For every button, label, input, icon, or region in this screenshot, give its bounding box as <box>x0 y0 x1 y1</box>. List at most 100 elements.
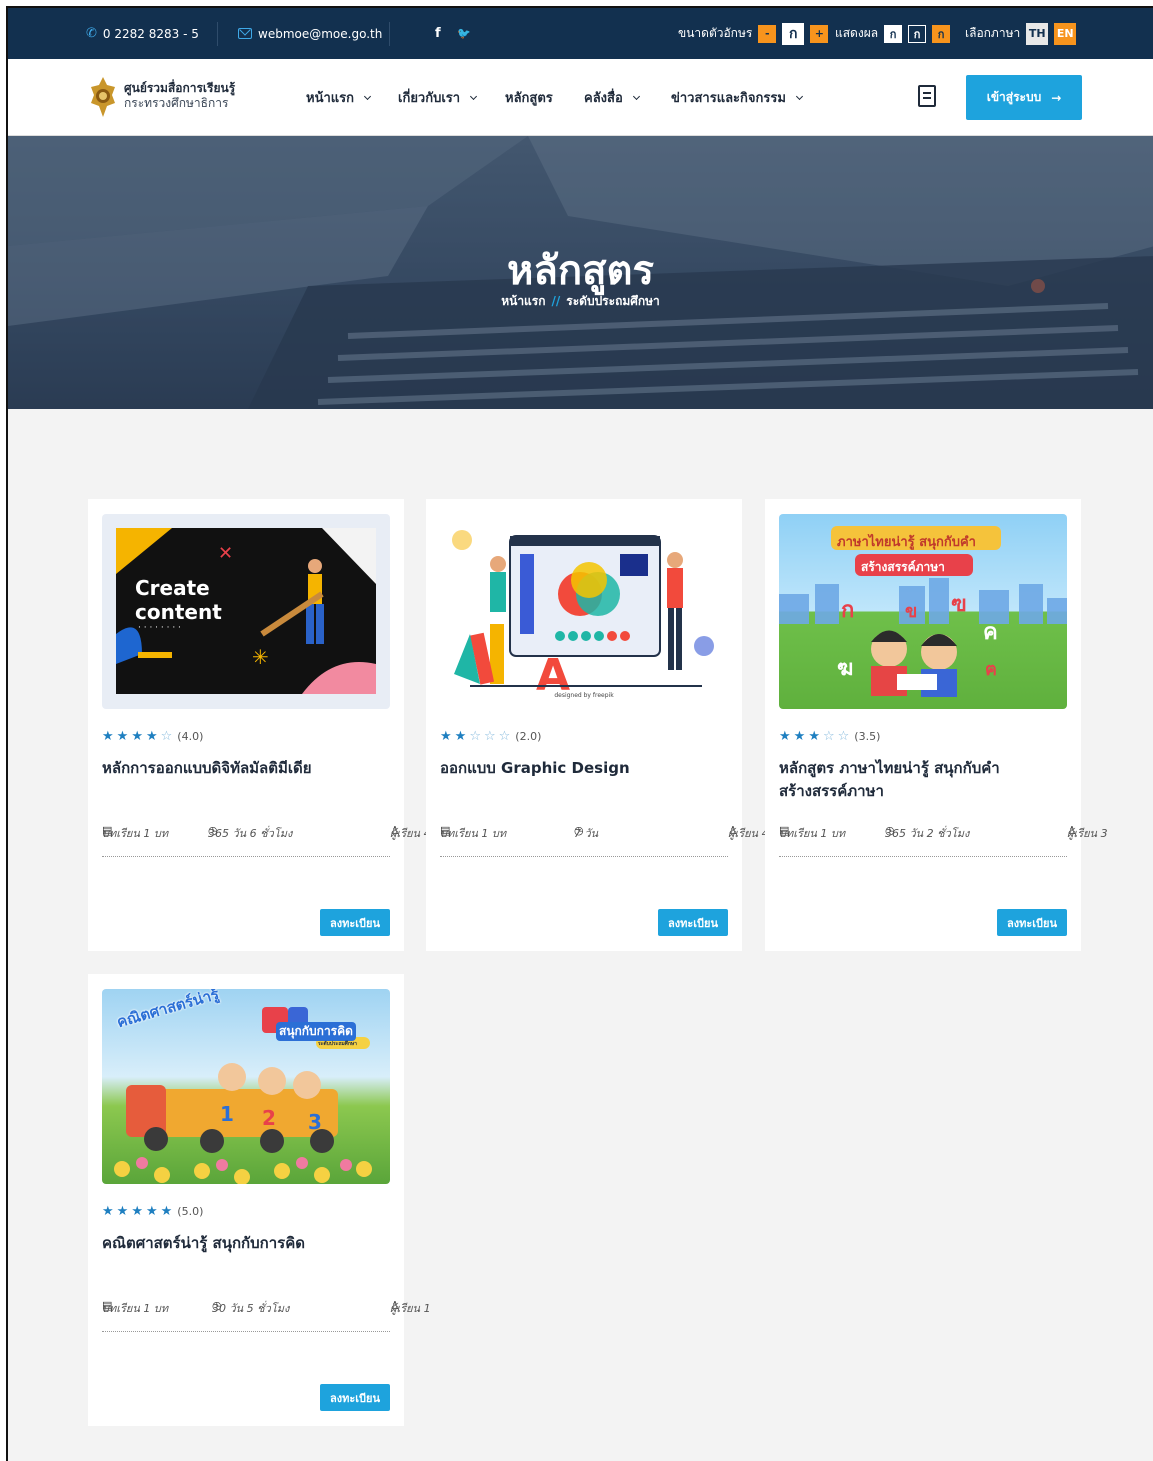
divider <box>102 1331 390 1332</box>
book-icon[interactable] <box>918 85 936 107</box>
language-control: เลือกภาษา TH EN <box>965 8 1077 59</box>
star-outline-icon: ☆ <box>160 729 173 744</box>
hero-banner: หลักสูตร หน้าแรก//ระดับประถมศึกษา <box>8 136 1153 409</box>
twitter-icon[interactable]: 🐦 <box>457 8 471 59</box>
divider <box>440 856 728 857</box>
star-rating: ★ ★ ★ ★ ★ (5.0) <box>102 1204 203 1219</box>
font-size-label: ขนาดตัวอักษร <box>678 26 753 40</box>
course-thumbnail[interactable]: คณิตศาสตร์น่ารู้ สนุกกับการคิด ระดับประถ… <box>102 989 390 1184</box>
star-rating: ★ ★ ★ ★ ☆ (4.0) <box>102 729 203 744</box>
number-tile: 1 <box>220 1102 234 1126</box>
svg-text:✳: ✳ <box>252 645 269 669</box>
nav-item-home[interactable]: หน้าแรก <box>306 59 372 136</box>
course-meta: ▤ บทเรียน 1 บท ◷ 7 วัน ♙ ผู้เรียน 4 <box>440 824 769 840</box>
course-meta: ▤ บทเรียน 1 บท ◷ 30 วัน 5 ชั่วโมง ♙ ผู้เรีย… <box>102 1299 431 1315</box>
brand-subtitle: กระทรวงศึกษาธิการ <box>124 96 229 110</box>
ministry-logo[interactable] <box>88 76 118 118</box>
arrow-right-icon: → <box>1051 90 1062 105</box>
enroll-button[interactable]: ลงทะเบียน <box>658 909 728 936</box>
chevron-down-icon <box>632 92 640 100</box>
nav-item-about[interactable]: เกี่ยวกับเรา <box>398 59 478 136</box>
letter-tile: ฆ <box>837 656 854 681</box>
star-icon: ★ <box>131 729 143 744</box>
email-contact[interactable]: webmoe@moe.go.th <box>238 8 382 59</box>
display-contrast-button[interactable]: ก <box>932 24 951 43</box>
letter-tile: ข <box>905 601 918 622</box>
rating-value: (4.0) <box>177 730 204 743</box>
font-normal-button[interactable]: ก <box>782 22 805 45</box>
number-tile: 3 <box>308 1110 322 1134</box>
course-title[interactable]: คณิตศาสตร์น่ารู้ สนุกกับการคิด <box>102 1232 392 1255</box>
display-normal-button[interactable]: ก <box>884 24 903 43</box>
star-icon: ★ <box>116 729 129 744</box>
chevron-down-icon <box>795 92 803 100</box>
login-button[interactable]: เข้าสู่ระบบ → <box>966 75 1082 120</box>
breadcrumb-home[interactable]: หน้าแรก <box>501 294 545 308</box>
letter-tile: ค <box>983 620 998 645</box>
nav-item-news[interactable]: ข่าวสารและกิจกรรม <box>671 59 803 136</box>
star-icon: ★ <box>145 729 158 744</box>
course-card[interactable]: ภาษาไทยน่ารู้ สนุกกับคำ สร้างสรรค์ภาษา ก… <box>765 499 1108 951</box>
star-icon: ★ <box>454 729 467 744</box>
svg-text:✕: ✕ <box>218 543 233 564</box>
enroll-button[interactable]: ลงทะเบียน <box>320 909 390 936</box>
star-icon: ★ <box>145 1204 158 1219</box>
star-rating: ★ ★ ☆ ☆ ☆ (2.0) <box>440 729 541 744</box>
breadcrumb: หน้าแรก // ระดับประถมศึกษา <box>8 292 1153 311</box>
course-card[interactable]: A designed by freepik ★ ★ ☆ ☆ ☆ (2.0) ออกแบบ… <box>426 499 769 951</box>
course-thumbnail[interactable]: ภาษาไทยน่ารู้ สนุกกับคำ สร้างสรรค์ภาษา ก… <box>779 514 1067 709</box>
course-title[interactable]: หลักสูตร ภาษาไทยน่ารู้ สนุกกับคำ สร้างสร… <box>779 757 1069 803</box>
star-half-icon: ☆ <box>822 729 835 744</box>
phone-contact[interactable]: ✆ 0 2282 8283 - 5 <box>86 8 199 59</box>
star-icon: ★ <box>440 729 452 744</box>
course-card[interactable]: · · · · · · · · ✳ ✕ Create content ★ ★ ★ ★ ☆ … <box>88 499 431 951</box>
rating-value: (5.0) <box>177 1205 204 1218</box>
star-icon: ★ <box>160 1204 173 1219</box>
course-title[interactable]: หลักการออกแบบดิจิทัลมัลติมีเดีย <box>102 757 392 780</box>
divider <box>779 856 1067 857</box>
rating-value: (3.5) <box>854 730 881 743</box>
thumbnail-subtext: สนุกกับการคิด <box>276 1022 356 1041</box>
breadcrumb-current: ระดับประถมศึกษา <box>566 294 660 308</box>
thumbnail-subtext: สร้างสรรค์ภาษา <box>861 560 945 574</box>
star-icon: ★ <box>116 1204 129 1219</box>
nav-item-media-library[interactable]: คลังสื่อ <box>584 59 640 136</box>
course-thumbnail[interactable]: · · · · · · · · ✳ ✕ Create content <box>102 514 390 709</box>
font-decrease-button[interactable]: - <box>758 24 777 43</box>
language-th-button[interactable]: TH <box>1026 22 1049 45</box>
divider <box>389 22 390 46</box>
number-tile: 2 <box>262 1106 276 1130</box>
star-rating: ★ ★ ★ ☆ ☆ (3.5) <box>779 729 880 744</box>
star-outline-icon: ☆ <box>498 729 511 744</box>
page-frame: ✆ 0 2282 8283 - 5 webmoe@moe.go.th f 🐦 ข… <box>6 6 1153 1461</box>
chevron-down-icon <box>470 92 478 100</box>
main-nav: ศูนย์รวมสื่อการเรียนรู้ กระทรวงศึกษาธิกา… <box>8 59 1153 136</box>
phone-icon: ✆ <box>86 26 97 41</box>
enroll-button[interactable]: ลงทะเบียน <box>997 909 1067 936</box>
divider <box>217 22 218 46</box>
enroll-button[interactable]: ลงทะเบียน <box>320 1384 390 1411</box>
svg-text:· · · · · · · ·: · · · · · · · · <box>138 623 181 633</box>
letter-tile: ก <box>841 598 855 623</box>
brand-name[interactable]: ศูนย์รวมสื่อการเรียนรู้ กระทรวงศึกษาธิกา… <box>124 81 235 111</box>
thumbnail-text: ภาษาไทยน่ารู้ สนุกกับคำ <box>837 535 976 550</box>
facebook-icon[interactable]: f <box>435 8 441 59</box>
star-icon: ★ <box>808 729 820 744</box>
nav-item-courses[interactable]: หลักสูตร <box>505 59 553 136</box>
star-icon: ★ <box>102 1204 114 1219</box>
font-increase-button[interactable]: + <box>810 24 829 43</box>
letter-tile: ฅ <box>985 659 998 680</box>
thumbnail-text: Create content <box>135 576 222 624</box>
star-icon: ★ <box>131 1204 143 1219</box>
brand-title: ศูนย์รวมสื่อการเรียนรู้ <box>124 81 236 95</box>
star-outline-icon: ☆ <box>483 729 496 744</box>
course-thumbnail[interactable]: A designed by freepik <box>440 514 728 709</box>
course-title[interactable]: ออกแบบ Graphic Design <box>440 757 730 780</box>
divider <box>102 856 390 857</box>
course-card[interactable]: คณิตศาสตร์น่ารู้ สนุกกับการคิด ระดับประถ… <box>88 974 431 1426</box>
language-en-button[interactable]: EN <box>1054 22 1077 45</box>
display-control: แสดงผล ก ก ก <box>835 8 951 59</box>
breadcrumb-separator: // <box>551 294 561 308</box>
display-dark-button[interactable]: ก <box>908 24 927 43</box>
course-meta: ▤ บทเรียน 1 บท ◷ 365 วัน 2 ชั่วโมง ♙ ผู้เรี… <box>779 824 1108 840</box>
